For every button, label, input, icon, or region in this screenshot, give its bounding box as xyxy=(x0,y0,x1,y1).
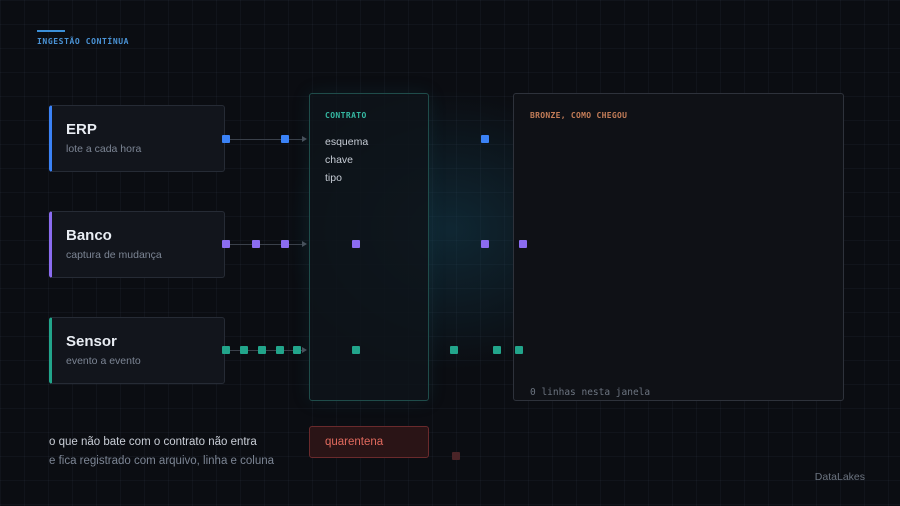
bronze-row-count: 0 linhas nesta janela xyxy=(530,387,651,398)
contract-field: chave xyxy=(325,154,354,166)
data-packet-erp xyxy=(281,135,289,143)
data-packet-sensor xyxy=(258,346,266,354)
data-packet-sensor xyxy=(450,346,458,354)
data-packet-banco xyxy=(281,240,289,248)
data-packet-sensor xyxy=(515,346,523,354)
source-name: Sensor xyxy=(66,333,117,350)
header-label: INGESTÃO CONTÍNUA xyxy=(37,37,130,46)
data-packet-banco xyxy=(519,240,527,248)
source-name: Banco xyxy=(66,227,112,244)
contract-panel: CONTRATO esquema chave tipo xyxy=(309,93,429,401)
connector-erp xyxy=(225,139,303,140)
data-packet-sensor xyxy=(352,346,360,354)
data-packet-sensor xyxy=(222,346,230,354)
data-packet-sensor xyxy=(293,346,301,354)
bronze-panel: BRONZE, COMO CHEGOU 0 linhas nesta janel… xyxy=(513,93,844,401)
data-packet-sensor xyxy=(493,346,501,354)
quarantine-box: quarentena xyxy=(309,426,429,458)
contract-title: CONTRATO xyxy=(325,111,367,120)
data-packet-banco xyxy=(252,240,260,248)
data-packet-erp xyxy=(222,135,230,143)
data-packet-sensor xyxy=(240,346,248,354)
data-packet-erp xyxy=(481,135,489,143)
data-packet-banco xyxy=(481,240,489,248)
contract-field: tipo xyxy=(325,172,342,184)
source-banco: Banco captura de mudança xyxy=(49,211,225,278)
footer-note-line2: e fica registrado com arquivo, linha e c… xyxy=(49,455,275,467)
data-packet-sensor xyxy=(276,346,284,354)
source-sensor: Sensor evento a evento xyxy=(49,317,225,384)
arrow-erp xyxy=(302,136,307,142)
data-packet-banco xyxy=(352,240,360,248)
source-name: ERP xyxy=(66,121,97,138)
header-accent-line xyxy=(37,30,65,32)
source-erp: ERP lote a cada hora xyxy=(49,105,225,172)
brand-label: DataLakes xyxy=(814,471,865,483)
data-packet-banco xyxy=(222,240,230,248)
footer-note-line1: o que não bate com o contrato não entra xyxy=(49,436,257,448)
connector-banco xyxy=(225,244,303,245)
source-subtitle: captura de mudança xyxy=(66,249,162,261)
quarantine-label: quarentena xyxy=(325,436,384,448)
arrow-sensor xyxy=(302,347,307,353)
source-subtitle: evento a evento xyxy=(66,355,141,367)
quarantine-packet xyxy=(452,452,460,460)
arrow-banco xyxy=(302,241,307,247)
bronze-title: BRONZE, COMO CHEGOU xyxy=(530,111,628,120)
contract-field: esquema xyxy=(325,136,369,148)
source-subtitle: lote a cada hora xyxy=(66,143,142,155)
